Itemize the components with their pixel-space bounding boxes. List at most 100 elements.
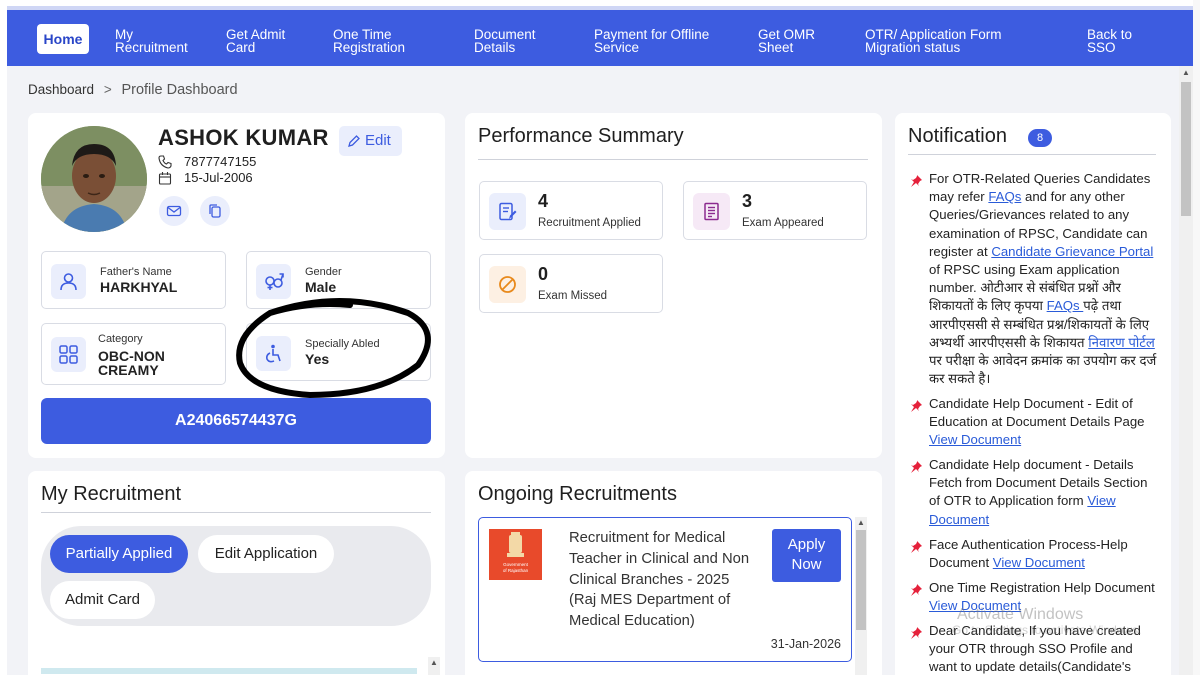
stat-applied-label: Recruitment Applied: [538, 217, 641, 229]
pencil-icon: [348, 135, 360, 147]
edit-profile-button[interactable]: Edit: [339, 126, 402, 156]
mail-icon: [166, 205, 182, 217]
scroll-up-arrow[interactable]: ▲: [1179, 68, 1193, 78]
svg-text:Government: Government: [503, 562, 529, 567]
nav-get-admit-card[interactable]: Get Admit Card: [226, 28, 285, 55]
svg-text:of Rajasthan: of Rajasthan: [503, 568, 529, 573]
divider: [908, 154, 1156, 155]
pushpin-icon: [911, 400, 922, 412]
tab-edit-application[interactable]: Edit Application: [198, 535, 334, 573]
pushpin-icon: [911, 461, 922, 473]
category-box: Category OBC-NON CREAMY: [41, 323, 226, 385]
top-navigation: Home My Recruitment Get Admit Card One Tim…: [7, 6, 1193, 66]
phone-icon: [158, 155, 172, 169]
performance-title: Performance Summary: [478, 125, 684, 147]
stat-applied-value: 4: [538, 191, 549, 211]
profile-name: ASHOK KUMAR: [158, 125, 329, 150]
nav-one-time-registration[interactable]: One Time Registration: [333, 28, 405, 55]
breadcrumb-current: Profile Dashboard: [121, 82, 238, 98]
scroll-up-arrow[interactable]: ▲: [855, 518, 867, 528]
date-of-birth: 15-Jul-2006: [184, 170, 253, 185]
faqs-hindi-link[interactable]: FAQs: [1047, 298, 1084, 313]
otr-id-button[interactable]: A24066574437G: [41, 398, 431, 444]
avatar: [41, 126, 147, 232]
copy-button[interactable]: [200, 196, 230, 226]
scrollbar-thumb[interactable]: [856, 530, 866, 630]
email-button[interactable]: [159, 196, 189, 226]
divider: [478, 159, 868, 160]
calendar-icon: [158, 172, 172, 185]
father-name-label: Father's Name: [100, 266, 172, 278]
rajasthan-emblem-logo: Government of Rajasthan: [489, 529, 542, 580]
dob-line: 15-Jul-2006: [158, 170, 253, 185]
nav-back-to-sso[interactable]: Back to SSO: [1087, 28, 1132, 55]
pushpin-icon: [911, 175, 922, 187]
phone-number: 7877747155: [184, 154, 257, 169]
stat-recruitment-applied: 4 Recruitment Applied: [479, 181, 663, 240]
block-icon: [489, 266, 526, 303]
faqs-link[interactable]: FAQs: [988, 189, 1021, 204]
scrollbar[interactable]: ▲: [428, 657, 440, 675]
nav-get-omr-sheet[interactable]: Get OMR Sheet: [758, 28, 815, 55]
breadcrumb-separator: >: [103, 82, 112, 97]
my-recruitment-card: My Recruitment Partially Applied Edit Ap…: [28, 471, 445, 675]
recruitment-title: Recruitment for Medical Teacher in Clini…: [569, 530, 750, 630]
recruitment-date: 31-Jan-2026: [770, 637, 841, 651]
notification-item: For OTR-Related Queries Candidates may r…: [929, 171, 1157, 387]
window-edge: [1193, 0, 1200, 675]
scroll-up-arrow[interactable]: ▲: [428, 658, 440, 668]
tab-admit-card[interactable]: Admit Card: [50, 581, 155, 619]
category-label: Category: [98, 333, 143, 345]
view-document-link[interactable]: View Document: [929, 432, 1021, 447]
category-value: OBC-NON CREAMY: [98, 348, 165, 378]
pushpin-icon: [911, 541, 922, 553]
stat-missed-label: Exam Missed: [538, 290, 608, 302]
nav-payment-offline[interactable]: Payment for Offline Service: [594, 28, 709, 55]
stat-exam-missed: 0 Exam Missed: [479, 254, 663, 313]
ongoing-recruitments-card: Ongoing Recruitments Government of Rajas…: [465, 471, 882, 675]
my-recruitment-title: My Recruitment: [41, 483, 182, 505]
profile-card: ASHOK KUMAR Edit 7877747155 15-Jul-2006 …: [28, 113, 445, 458]
scrollbar-thumb[interactable]: [1181, 82, 1191, 216]
notification-title: Notification: [908, 125, 1007, 147]
copy-icon: [209, 204, 221, 218]
activate-windows-watermark: Activate Windows: [957, 606, 1084, 623]
nav-my-recruitment[interactable]: My Recruitment: [115, 28, 188, 55]
activate-windows-subtext: Go to Settings to activate Windows.: [952, 623, 1142, 637]
nivaran-portal-link[interactable]: निवारण पोर्टल: [1088, 335, 1155, 350]
nav-otr-migration-status[interactable]: OTR/ Application Form Migration status: [865, 28, 1002, 55]
recruitment-list-item: Government of Rajasthan Recruitment for …: [478, 517, 852, 662]
breadcrumb: Dashboard > Profile Dashboard: [28, 82, 238, 98]
stat-exam-appeared: 3 Exam Appeared: [683, 181, 867, 240]
ongoing-title: Ongoing Recruitments: [478, 483, 677, 505]
stat-missed-value: 0: [538, 264, 549, 284]
notification-item: Candidate Help Document - Edit of Educat…: [929, 396, 1145, 448]
grid-icon: [51, 337, 86, 372]
performance-card: Performance Summary 4 Recruitment Applie…: [465, 113, 882, 458]
grievance-portal-link[interactable]: Candidate Grievance Portal: [991, 244, 1153, 259]
page-scrollbar[interactable]: ▲: [1179, 66, 1193, 675]
apply-now-button[interactable]: Apply Now: [772, 529, 841, 582]
tab-partially-applied[interactable]: Partially Applied: [50, 535, 188, 573]
notification-card: Notification 8 For OTR-Related Queries C…: [895, 113, 1171, 675]
exam-sheet-icon: [693, 193, 730, 230]
stat-appeared-value: 3: [742, 191, 753, 211]
view-document-link[interactable]: View Document: [993, 555, 1085, 570]
nav-document-details[interactable]: Document Details: [474, 28, 536, 55]
recruitment-filter-group: Partially Applied Edit Application Admit…: [41, 526, 431, 626]
pushpin-icon: [911, 627, 922, 639]
edit-label: Edit: [365, 132, 391, 149]
app-frame: Home My Recruitment Get Admit Card One Tim…: [7, 6, 1193, 675]
pushpin-icon: [911, 584, 922, 596]
father-name-box: Father's Name HARKHYAL: [41, 251, 226, 309]
notification-item: Candidate Help document - Details Fetch …: [929, 457, 1148, 527]
scrollbar[interactable]: ▲: [855, 517, 867, 675]
notification-count-badge: 8: [1028, 129, 1052, 147]
notification-item: Face Authentication Process-Help Documen…: [929, 537, 1128, 571]
stat-appeared-label: Exam Appeared: [742, 217, 824, 229]
breadcrumb-dashboard[interactable]: Dashboard: [28, 82, 94, 97]
divider: [41, 512, 431, 513]
phone-line: 7877747155: [158, 154, 256, 169]
nav-home[interactable]: Home: [37, 24, 89, 54]
gender-label: Gender: [305, 266, 342, 278]
